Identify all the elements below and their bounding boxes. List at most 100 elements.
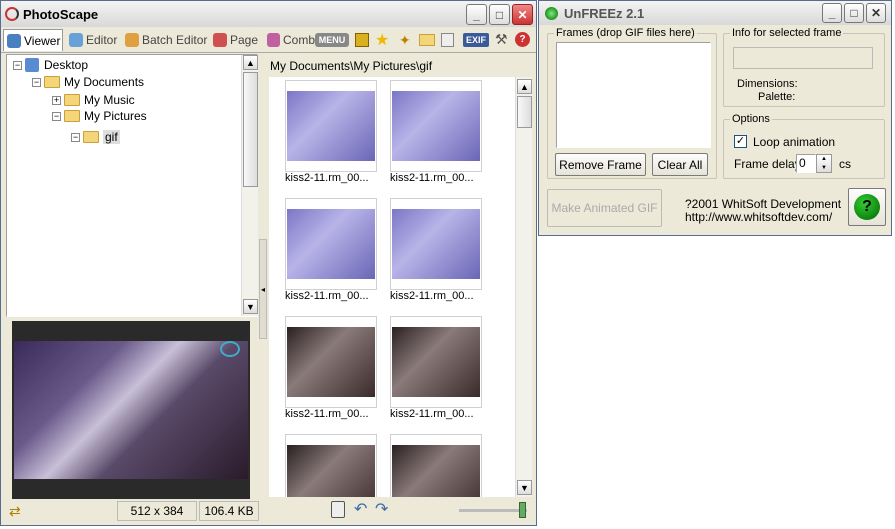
preview-image [14,341,248,479]
options-group: Options ✓ Loop animation Frame delay: 0 … [723,113,885,179]
thumbnail[interactable] [285,316,377,408]
thumbnail[interactable] [390,434,482,497]
photoscape-logo-icon [5,7,19,21]
tab-viewer[interactable]: Viewer [3,29,63,51]
tools-icon[interactable]: ✦ [399,32,411,49]
frame-delay-stepper[interactable]: ▲ ▼ [816,154,832,173]
cs-unit: cs [839,157,851,171]
combine-icon [267,33,280,47]
frames-legend: Frames (drop GIF files here) [554,27,697,39]
thumbnail[interactable] [390,316,482,408]
redo-icon[interactable]: ↷ [375,499,388,519]
frames-group: Frames (drop GIF files here) Remove Fram… [547,27,717,179]
make-animated-gif-button[interactable]: Make Animated GIF [547,189,662,227]
loop-label: Loop animation [753,135,836,149]
copy-icon[interactable] [441,33,454,47]
zoom-slider-handle[interactable] [519,502,526,518]
photoscape-window: PhotoScape _ □ ✕ Viewer Editor Batch Edi… [0,0,537,526]
film-icon[interactable] [355,33,369,47]
wrench-icon[interactable]: ⚒ [495,31,508,48]
page-icon [213,33,227,47]
frame-delay-label: Frame delay: [734,157,805,171]
thumbnail-grid: kiss2-11.rm_00... kiss2-11.rm_00... kiss… [269,77,532,497]
maximize-button[interactable]: □ [489,4,510,25]
tab-page[interactable]: Page [213,29,263,51]
menu-button[interactable]: MENU [315,33,349,47]
batch-editor-icon [125,33,139,47]
folder-icon [83,131,99,143]
folder-icon [64,110,80,122]
info-group: Info for selected frame Dimensions: Pale… [723,27,885,107]
expand-icon[interactable]: + [52,95,61,105]
trash-icon[interactable] [331,501,345,518]
collapse-icon[interactable]: − [71,132,80,142]
options-legend: Options [730,113,772,125]
tab-editor[interactable]: Editor [69,29,123,51]
close-button[interactable]: ✕ [512,4,533,25]
folder-icon [44,76,60,88]
tab-combine[interactable]: Comb [267,29,315,51]
clear-all-button[interactable]: Clear All [652,153,708,176]
thumbnail[interactable] [390,198,482,290]
folder-icon [64,94,80,106]
thumbnail-caption: kiss2-11.rm_00... [285,408,369,420]
thumbnail-scrollbar[interactable]: ▲ ▼ [515,77,532,497]
collapse-icon[interactable]: − [13,60,22,70]
tree-my-documents[interactable]: − My Documents [32,74,144,90]
scroll-up-icon[interactable]: ▲ [517,79,532,94]
image-preview [12,321,250,499]
image-dimensions: 512 x 384 [117,501,197,521]
palette-label: Palette: [758,91,796,103]
remove-frame-button[interactable]: Remove Frame [555,153,646,176]
thumbnail[interactable] [285,198,377,290]
scroll-down-icon[interactable]: ▼ [243,299,258,314]
help-icon[interactable]: ? [515,32,530,47]
minimize-button[interactable]: _ [822,3,842,23]
splitter-handle[interactable]: ◂ [259,239,267,339]
thumbnail-caption: kiss2-11.rm_00... [390,290,474,302]
thumbnail[interactable] [390,80,482,172]
tab-batch-editor[interactable]: Batch Editor [125,29,211,51]
tree-desktop[interactable]: − Desktop [13,57,88,73]
collapse-icon[interactable]: − [52,111,61,121]
tree-gif[interactable]: − gif [71,129,120,145]
minimize-button[interactable]: _ [466,4,487,25]
tree-my-pictures[interactable]: − My Pictures [52,108,147,124]
scroll-up-icon[interactable]: ▲ [243,55,258,70]
tab-strip: Viewer Editor Batch Editor Page Comb MEN… [1,29,536,53]
thumbnail[interactable] [285,80,377,172]
loop-checkbox[interactable]: ✓ [734,135,747,148]
window-title: PhotoScape [23,6,99,22]
unfreez-titlebar[interactable]: UnFREEz 2.1 _ □ ✕ [539,1,891,25]
undo-icon[interactable]: ↶ [354,499,367,519]
collapse-icon[interactable]: − [32,77,41,87]
file-size: 106.4 KB [199,501,259,521]
folder-icon[interactable] [419,34,435,46]
folder-tree: − Desktop − My Documents + My Music − My… [6,54,258,317]
help-button[interactable]: ? [848,188,886,226]
exif-button[interactable]: EXIF [463,33,489,47]
scroll-thumb[interactable] [517,96,532,128]
website-text: http://www.whitsoftdev.com/ [685,210,833,224]
tree-scrollbar[interactable]: ▲ ▼ [241,55,258,316]
unfreez-logo-icon [545,6,558,20]
frame-delay-input[interactable]: 0 [796,154,816,173]
maximize-button[interactable]: □ [844,3,864,23]
dimensions-label: Dimensions: [737,78,798,90]
viewer-icon [7,33,21,48]
thumbnail[interactable] [285,434,377,497]
scroll-thumb[interactable] [243,72,258,187]
rotate-icon[interactable]: ⇄ [9,503,21,520]
thumbnail-caption: kiss2-11.rm_00... [390,408,474,420]
scroll-down-icon[interactable]: ▼ [517,480,532,495]
frames-list[interactable] [556,42,711,148]
thumbnail-caption: kiss2-11.rm_00... [285,172,369,184]
zoom-slider[interactable] [459,509,527,512]
tree-my-music[interactable]: + My Music [52,92,135,108]
desktop-icon [25,58,39,72]
info-legend: Info for selected frame [730,27,844,39]
photoscape-titlebar[interactable]: PhotoScape _ □ ✕ [1,1,536,27]
window-title: UnFREEz 2.1 [564,5,645,21]
star-icon[interactable]: ★ [375,30,389,50]
close-button[interactable]: ✕ [866,3,886,23]
